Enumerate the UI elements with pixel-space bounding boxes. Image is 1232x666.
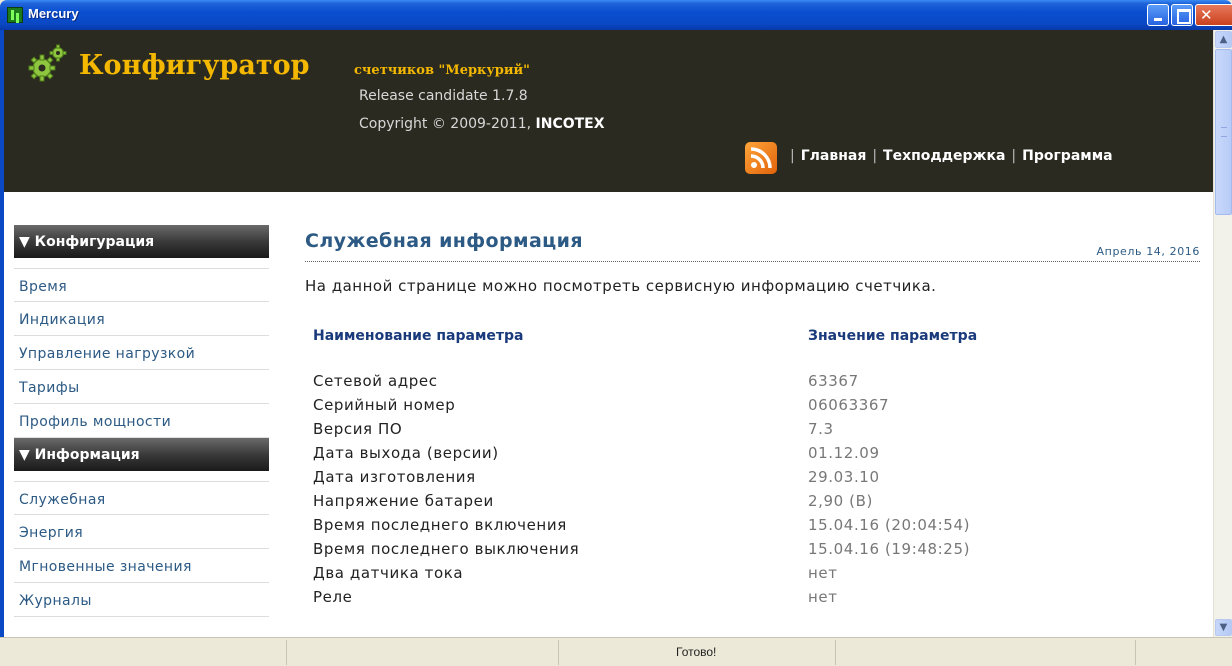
table-row: Время последнего включения 15.04.16 (20:0… (305, 513, 1200, 537)
scroll-down-arrow-icon[interactable]: ▼ (1215, 619, 1232, 636)
table-row: Дата выхода (версии) 01.12.09 (305, 441, 1200, 465)
table-row: Время последнего выключения 15.04.16 (19:… (305, 537, 1200, 561)
sidebar-item-tariffs[interactable]: Тарифы (14, 370, 269, 404)
sidebar-item-journals[interactable]: Журналы (14, 583, 269, 617)
status-cell (287, 640, 559, 665)
param-value: 63367 (808, 372, 859, 390)
page-intro: На данной странице можно посмотреть серв… (305, 277, 937, 295)
param-name: Напряжение батареи (313, 492, 494, 510)
nav-separator: | (1011, 148, 1017, 164)
release-version: Release candidate 1.7.8 (359, 88, 528, 104)
copyright-company: INCOTEX (535, 116, 605, 132)
window-title: Mercury (28, 6, 79, 21)
rss-icon[interactable] (745, 142, 777, 174)
scroll-up-arrow-icon[interactable]: ▲ (1215, 31, 1232, 48)
page-title: Служебная информация (305, 230, 583, 252)
app-icon (7, 7, 23, 23)
table-row: Реле нет (305, 585, 1200, 609)
param-value: 01.12.09 (808, 444, 880, 462)
param-name: Реле (313, 588, 353, 606)
table-row: Напряжение батареи 2,90 (В) (305, 489, 1200, 513)
sidebar-item-load-control[interactable]: Управление нагрузкой (14, 336, 269, 370)
column-header-name: Наименование параметра (313, 328, 524, 344)
sidebar-item-service[interactable]: Служебная (14, 481, 269, 515)
site-header: Конфигуратор счетчиков "Меркурий" Releas… (4, 30, 1213, 192)
sidebar-list-configuration: Время Индикация Управление нагрузкой Тар… (14, 268, 269, 438)
main-content: Служебная информация Апрель 14, 2016 На … (305, 230, 1200, 609)
scroll-thumb[interactable] (1215, 49, 1232, 215)
nav-separator: | (872, 148, 878, 164)
sidebar-item-instant-values[interactable]: Мгновенные значения (14, 549, 269, 583)
param-name: Сетевой адрес (313, 372, 438, 390)
param-name: Время последнего включения (313, 516, 567, 534)
minimize-button[interactable] (1147, 4, 1169, 26)
sidebar: ▼ Конфигурация Время Индикация Управлени… (14, 225, 269, 617)
parameters-table: Наименование параметра Значение параметр… (305, 328, 1200, 609)
table-row: Серийный номер 06063367 (305, 393, 1200, 417)
table-row: Сетевой адрес 63367 (305, 369, 1200, 393)
param-value: 15.04.16 (20:04:54) (808, 516, 971, 534)
table-row: Дата изготовления 29.03.10 (305, 465, 1200, 489)
copyright: Copyright © 2009-2011, INCOTEX (359, 116, 605, 132)
param-value: нет (808, 564, 838, 582)
status-cell (0, 640, 287, 665)
table-row: Версия ПО 7.3 (305, 417, 1200, 441)
sidebar-item-time[interactable]: Время (14, 268, 269, 302)
nav-link-support[interactable]: Техподдержка (883, 148, 1005, 164)
status-cell (836, 640, 1136, 665)
app-subtitle: счетчиков "Меркурий" (354, 63, 530, 78)
nav-link-program[interactable]: Программа (1022, 148, 1112, 164)
status-bar: Готово! (0, 637, 1232, 666)
sidebar-item-indication[interactable]: Индикация (14, 302, 269, 336)
browser-content: Конфигуратор счетчиков "Меркурий" Releas… (0, 30, 1232, 637)
param-value: 29.03.10 (808, 468, 880, 486)
table-header-row: Наименование параметра Значение параметр… (305, 328, 1200, 369)
sidebar-section-configuration[interactable]: ▼ Конфигурация (14, 225, 269, 258)
sidebar-list-information: Служебная Энергия Мгновенные значения Жу… (14, 481, 269, 617)
gears-icon (28, 44, 67, 82)
param-name: Время последнего выключения (313, 540, 580, 558)
param-name: Два датчика тока (313, 564, 464, 582)
param-value: нет (808, 588, 838, 606)
param-value: 15.04.16 (19:48:25) (808, 540, 971, 558)
sidebar-item-energy[interactable]: Энергия (14, 515, 269, 549)
maximize-button[interactable] (1171, 4, 1193, 26)
copyright-prefix: Copyright © 2009-2011, (359, 116, 536, 132)
app-brand: Конфигуратор (79, 50, 310, 81)
window-border (0, 30, 4, 637)
status-text: Готово! (676, 645, 717, 659)
title-row: Служебная информация Апрель 14, 2016 (305, 230, 1200, 262)
page-date: Апрель 14, 2016 (1096, 245, 1200, 258)
param-name: Дата выхода (версии) (313, 444, 499, 462)
param-value: 06063367 (808, 396, 890, 414)
table-row: Два датчика тока нет (305, 561, 1200, 585)
param-value: 2,90 (В) (808, 492, 873, 510)
close-button[interactable] (1195, 4, 1232, 26)
param-value: 7.3 (808, 420, 834, 438)
param-name: Версия ПО (313, 420, 403, 438)
nav-link-home[interactable]: Главная (801, 148, 867, 164)
nav-separator: | (790, 148, 795, 164)
window-titlebar[interactable]: Mercury (0, 0, 1232, 30)
top-navigation: | Главная | Техподдержка | Программа (784, 148, 1113, 164)
param-name: Дата изготовления (313, 468, 476, 486)
param-name: Серийный номер (313, 396, 456, 414)
column-header-value: Значение параметра (808, 328, 978, 344)
sidebar-section-information[interactable]: ▼ Информация (14, 438, 269, 471)
vertical-scrollbar[interactable]: ▲ ▼ (1213, 30, 1232, 637)
sidebar-item-power-profile[interactable]: Профиль мощности (14, 404, 269, 438)
